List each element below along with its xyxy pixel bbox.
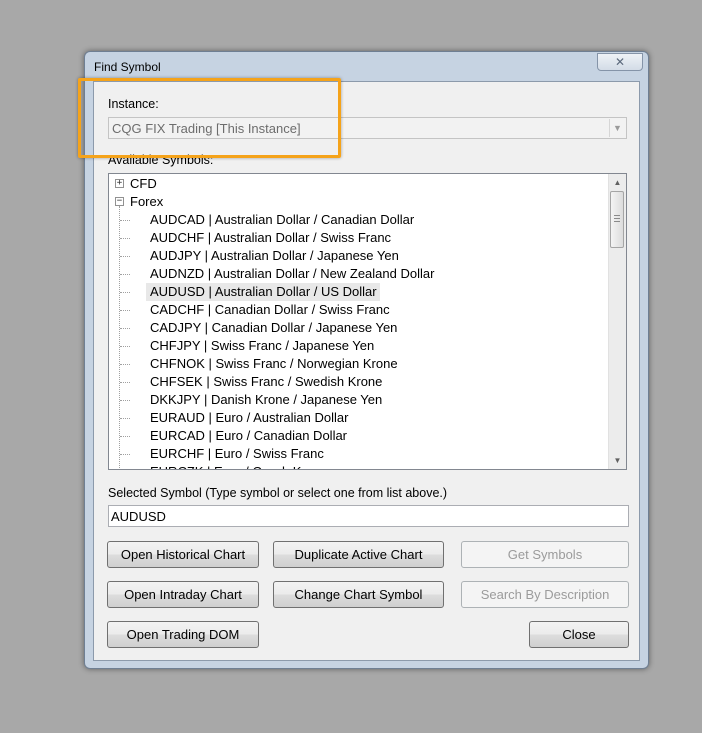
- open-historical-chart-button[interactable]: Open Historical Chart: [107, 541, 259, 568]
- chevron-down-icon[interactable]: ▼: [609, 119, 625, 137]
- symbol-list-item[interactable]: EURCAD | Euro / Canadian Dollar: [146, 427, 350, 445]
- symbol-list-item[interactable]: AUDCHF | Australian Dollar / Swiss Franc: [146, 229, 394, 247]
- open-intraday-chart-button[interactable]: Open Intraday Chart: [107, 581, 259, 608]
- tree-connector: [120, 454, 130, 455]
- tree-connector: [120, 310, 130, 311]
- tree-connector: [120, 256, 130, 257]
- title-bar[interactable]: Find Symbol ✕: [85, 52, 648, 80]
- tree-group-label: CFD: [130, 176, 157, 191]
- symbol-list-item[interactable]: AUDCAD | Australian Dollar / Canadian Do…: [146, 211, 417, 229]
- close-button[interactable]: Close: [529, 621, 629, 648]
- tree-connector: [120, 274, 130, 275]
- tree-scrollbar[interactable]: ▲ ▼: [608, 174, 626, 469]
- dialog-title: Find Symbol: [94, 60, 161, 74]
- scroll-thumb[interactable]: [610, 191, 624, 248]
- get-symbols-button[interactable]: Get Symbols: [461, 541, 629, 568]
- scroll-up-icon[interactable]: ▲: [609, 174, 626, 191]
- symbol-list-item[interactable]: CHFSEK | Swiss Franc / Swedish Krone: [146, 373, 385, 391]
- tree-connector: [120, 364, 130, 365]
- open-trading-dom-button[interactable]: Open Trading DOM: [107, 621, 259, 648]
- scroll-down-icon[interactable]: ▼: [609, 452, 626, 469]
- selected-symbol-label: Selected Symbol (Type symbol or select o…: [108, 486, 448, 500]
- collapse-minus-icon[interactable]: −: [115, 197, 124, 206]
- symbol-list-item[interactable]: EURCZK | Euro / Czech Koruna: [146, 463, 338, 469]
- dialog-body: Instance: CQG FIX Trading [This Instance…: [93, 81, 640, 661]
- available-symbols-label: Available Symbols:: [108, 153, 214, 167]
- grip-icon: [614, 215, 620, 223]
- symbol-tree-rows: + CFD − Forex AUDCAD | Australian Dollar…: [109, 174, 611, 469]
- tree-connector: [120, 382, 130, 383]
- selected-symbol-input[interactable]: AUDUSD: [108, 505, 629, 527]
- change-chart-symbol-button[interactable]: Change Chart Symbol: [273, 581, 444, 608]
- tree-connector: [120, 400, 130, 401]
- symbol-list-item-selected[interactable]: AUDUSD | Australian Dollar / US Dollar: [146, 283, 380, 301]
- instance-dropdown[interactable]: CQG FIX Trading [This Instance] ▼: [108, 117, 627, 139]
- duplicate-active-chart-button[interactable]: Duplicate Active Chart: [273, 541, 444, 568]
- symbol-list-item[interactable]: CADCHF | Canadian Dollar / Swiss Franc: [146, 301, 393, 319]
- instance-label: Instance:: [108, 97, 159, 111]
- symbol-list-item[interactable]: DKKJPY | Danish Krone / Japanese Yen: [146, 391, 385, 409]
- symbol-list-item[interactable]: AUDNZD | Australian Dollar / New Zealand…: [146, 265, 437, 283]
- tree-connector: [120, 238, 130, 239]
- tree-group-label: Forex: [130, 194, 164, 209]
- symbol-list-item[interactable]: EURCHF | Euro / Swiss Franc: [146, 445, 327, 463]
- tree-connector: [119, 206, 120, 469]
- symbol-list-item[interactable]: EURAUD | Euro / Australian Dollar: [146, 409, 351, 427]
- symbol-list-item[interactable]: AUDJPY | Australian Dollar / Japanese Ye…: [146, 247, 402, 265]
- instance-dropdown-value: CQG FIX Trading [This Instance]: [112, 121, 301, 136]
- expand-plus-icon[interactable]: +: [115, 179, 124, 188]
- search-by-description-button[interactable]: Search By Description: [461, 581, 629, 608]
- title-close-icon[interactable]: ✕: [597, 53, 643, 71]
- tree-connector: [120, 292, 130, 293]
- tree-connector: [120, 328, 130, 329]
- symbol-list-item[interactable]: CADJPY | Canadian Dollar / Japanese Yen: [146, 319, 400, 337]
- symbol-list-item[interactable]: CHFNOK | Swiss Franc / Norwegian Krone: [146, 355, 401, 373]
- tree-connector: [120, 346, 130, 347]
- symbol-list-item[interactable]: CHFJPY | Swiss Franc / Japanese Yen: [146, 337, 377, 355]
- find-symbol-dialog: Find Symbol ✕ Instance: CQG FIX Trading …: [84, 51, 649, 669]
- tree-connector: [120, 436, 130, 437]
- tree-connector: [120, 220, 130, 221]
- tree-connector: [120, 418, 130, 419]
- symbol-tree[interactable]: + CFD − Forex AUDCAD | Australian Dollar…: [108, 173, 627, 470]
